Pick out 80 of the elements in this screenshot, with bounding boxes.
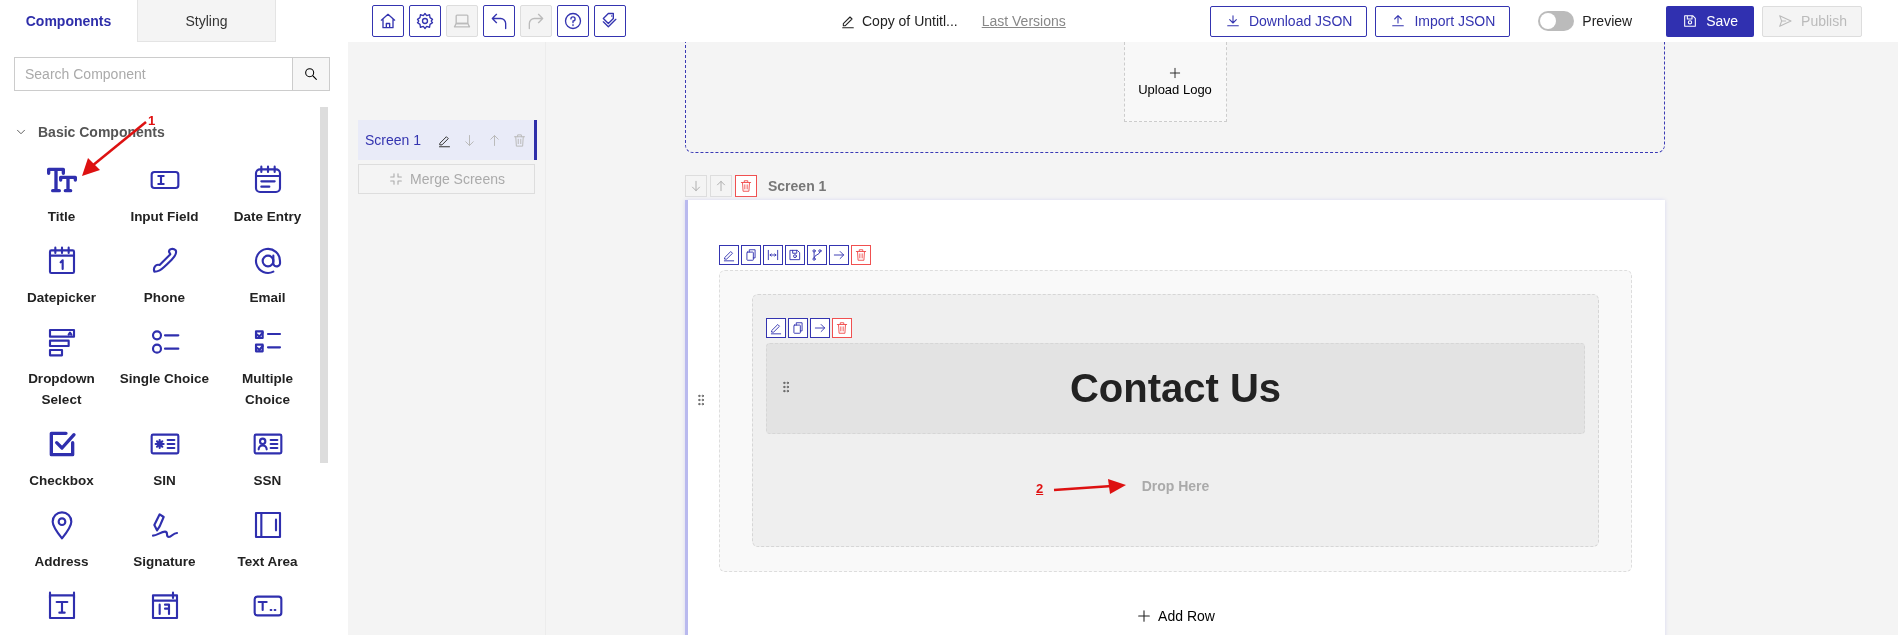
move-button[interactable]	[829, 245, 849, 265]
delete-button[interactable]	[832, 318, 852, 338]
component-label[interactable]: Signature	[133, 551, 196, 572]
preview-label: Preview	[1582, 13, 1633, 29]
component-label[interactable]: SSN	[253, 470, 282, 491]
trash-icon	[512, 132, 528, 148]
save-icon	[1682, 13, 1699, 29]
pencil-icon	[769, 321, 783, 335]
arrow-up-icon	[714, 179, 728, 193]
delete-button[interactable]	[851, 245, 871, 265]
send-icon	[1777, 13, 1794, 29]
save-button[interactable]: Save	[1666, 5, 1755, 37]
toolbar-button[interactable]	[557, 5, 589, 37]
plus-icon	[1168, 66, 1182, 80]
download-icon	[1224, 13, 1241, 29]
move-button[interactable]	[810, 318, 830, 338]
component-label[interactable]: Date Entry	[233, 206, 302, 227]
component-label[interactable]: Checkbox	[29, 470, 94, 491]
document-title: Copy of Untitl...	[862, 13, 958, 29]
arrow-right-icon	[813, 321, 827, 335]
save-row-button[interactable]	[785, 245, 805, 265]
width-icon	[766, 248, 780, 262]
toolbar-button[interactable]	[409, 5, 441, 37]
component-label[interactable]: Address	[34, 551, 89, 572]
redo-icon	[526, 11, 546, 31]
download-json-button[interactable]: Download JSON	[1209, 5, 1368, 37]
arrow-down-icon	[689, 179, 703, 193]
delete-button[interactable]	[735, 175, 757, 197]
undo-icon	[489, 11, 509, 31]
search-field[interactable]: Search Component	[14, 57, 293, 91]
trash-icon	[854, 248, 868, 262]
plus-icon	[1136, 608, 1153, 624]
settings-icon	[415, 11, 435, 31]
edit-button[interactable]	[719, 245, 739, 265]
copy-icon	[744, 248, 758, 262]
sidebar-tab[interactable]: Styling	[138, 0, 276, 42]
floppy-icon	[788, 248, 802, 262]
upload-logo-button[interactable]: Upload Logo	[1123, 42, 1227, 122]
branch-icon	[810, 248, 824, 262]
branch-button[interactable]	[807, 245, 827, 265]
component-label[interactable]: Dropdown Select	[13, 368, 110, 410]
preview-toggle[interactable]	[1538, 11, 1575, 31]
component-label[interactable]: Title	[47, 206, 76, 227]
trash-icon	[739, 179, 753, 193]
help-icon	[563, 11, 583, 31]
upload-json-button[interactable]: Import JSON	[1375, 5, 1511, 37]
copy-icon	[791, 321, 805, 335]
drop-hint: Drop Here	[1141, 478, 1210, 494]
search-button[interactable]	[293, 57, 330, 91]
add-row-button[interactable]: Add Row	[719, 607, 1632, 625]
toolbar-button[interactable]	[594, 5, 626, 37]
component-label[interactable]: Input Field	[130, 206, 199, 227]
component-label[interactable]: Single Choice	[119, 368, 210, 389]
search-icon	[303, 66, 319, 82]
component-label[interactable]: Text Area	[237, 551, 298, 572]
component-label[interactable]: SIN	[153, 470, 176, 491]
trash-icon	[835, 321, 849, 335]
scrollbar[interactable]	[320, 107, 328, 463]
screen-heading: Screen 1	[768, 178, 827, 194]
edit-button[interactable]	[766, 318, 786, 338]
home-icon	[378, 11, 398, 31]
annotation-number: 2	[1036, 481, 1044, 496]
pencil-icon	[722, 248, 736, 262]
merge-icon	[388, 171, 405, 187]
form-title: Contact Us	[1068, 366, 1283, 411]
component-label[interactable]: Multiple Choice	[219, 368, 316, 410]
component-label[interactable]: Datepicker	[26, 287, 96, 308]
component-label[interactable]: Phone	[143, 287, 186, 308]
toolbar-button[interactable]	[372, 5, 404, 37]
width-button[interactable]	[763, 245, 783, 265]
annotation-number: 1	[148, 113, 156, 128]
copy-button[interactable]	[741, 245, 761, 265]
upload-icon	[1390, 13, 1407, 29]
copy-button[interactable]	[788, 318, 808, 338]
last-versions-link[interactable]: Last Versions	[981, 13, 1066, 29]
arrow-right-icon	[832, 248, 846, 262]
toolbar-button[interactable]	[483, 5, 515, 37]
screen-name: Screen 1	[365, 132, 422, 148]
component-label[interactable]: Email	[249, 287, 286, 308]
screen-item[interactable]: Screen 1	[358, 120, 537, 160]
